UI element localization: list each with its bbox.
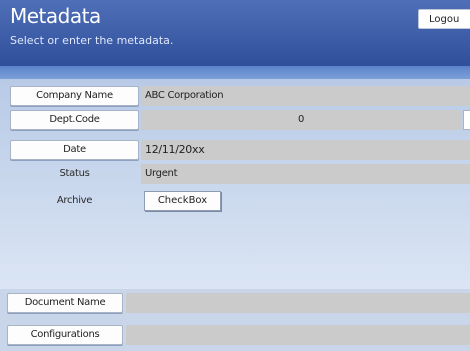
configurations-button[interactable]: Configurations (7, 325, 123, 345)
logout-button[interactable]: Logou (418, 9, 470, 29)
header-bar: Metadata Select or enter the metadata. L… (0, 0, 470, 66)
page-subtitle: Select or enter the metadata. (10, 34, 174, 47)
dept-code-field[interactable]: 0 (141, 110, 461, 130)
date-button[interactable]: Date (10, 140, 139, 160)
header-band (0, 66, 470, 79)
dept-code-button[interactable]: Dept.Code (10, 110, 139, 130)
configurations-field[interactable] (126, 325, 470, 345)
document-name-button[interactable]: Document Name (7, 293, 123, 313)
company-name-button[interactable]: Company Name (10, 86, 139, 106)
document-name-field[interactable] (126, 293, 470, 313)
archive-label: Archive (56, 195, 93, 206)
archive-checkbox-button[interactable]: CheckBox (144, 191, 221, 211)
page-title: Metadata (10, 4, 101, 28)
company-name-field[interactable]: ABC Corporation (141, 86, 470, 106)
date-field[interactable]: 12/11/20xx (141, 140, 470, 160)
dept-code-side-button[interactable] (463, 110, 470, 130)
status-label: Status (59, 168, 90, 179)
status-field[interactable]: Urgent (141, 164, 470, 184)
